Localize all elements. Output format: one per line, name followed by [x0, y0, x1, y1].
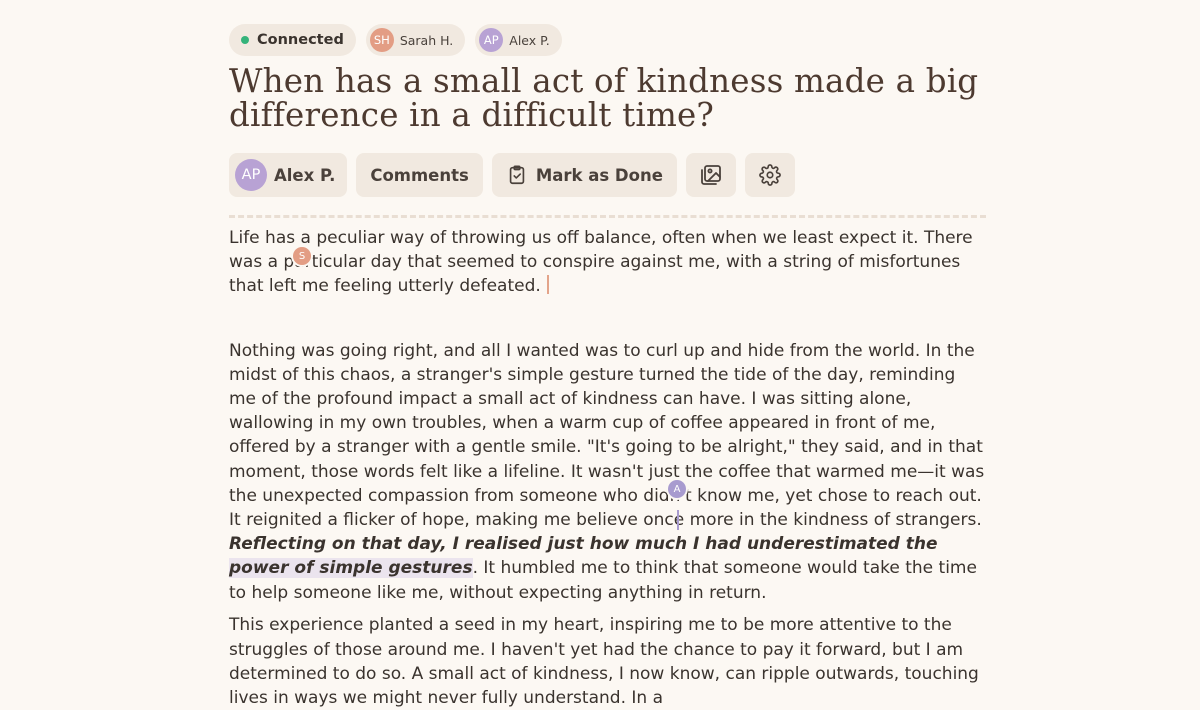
collaborator-caret-alex: [677, 510, 679, 530]
status-dot-icon: [241, 36, 249, 44]
page-title: When has a small act of kindness made a …: [229, 62, 979, 134]
mark-as-done-button[interactable]: Mark as Done: [491, 153, 677, 197]
collaborator-cursor-sarah: S: [293, 247, 311, 265]
collaborator-cursor-alex: A: [668, 480, 686, 498]
paragraph-text: This experience planted a seed in my hea…: [229, 615, 979, 709]
comments-label: Comments: [370, 165, 469, 185]
avatar: SH: [369, 28, 394, 52]
collaborator-sarah[interactable]: SH Sarah H.: [365, 24, 466, 56]
highlighted-selection: power of simple gestures: [229, 558, 473, 579]
presence-bar: Connected SH Sarah H. AP Alex P.: [229, 24, 562, 56]
gear-icon: [759, 164, 781, 186]
paragraph-text: Nothing was going right, and all I wante…: [229, 340, 985, 531]
paragraph: This experience planted a seed in my hea…: [229, 613, 985, 710]
images-icon: [699, 163, 723, 187]
assignee-name: Alex P.: [274, 165, 336, 185]
paragraph: Life has a peculiar way of throwing us o…: [229, 226, 985, 299]
mark-as-done-label: Mark as Done: [535, 165, 663, 185]
gallery-button[interactable]: [685, 153, 736, 197]
assignee-button[interactable]: AP Alex P.: [229, 153, 348, 197]
clipboard-check-icon: [506, 164, 528, 186]
comments-button[interactable]: Comments: [356, 153, 483, 197]
collaborator-name: Sarah H.: [399, 32, 454, 48]
paragraph-text: Life has a peculiar way of throwing us o…: [229, 228, 973, 297]
collaborator-name: Alex P.: [509, 32, 550, 48]
connection-status-badge: Connected: [229, 24, 356, 56]
text-caret: [546, 275, 549, 295]
avatar: AP: [479, 28, 504, 52]
collaborator-alex[interactable]: AP Alex P.: [475, 24, 562, 56]
section-divider: [229, 215, 986, 218]
bold-italic-text: Reflecting on that day, I realised just …: [229, 534, 938, 555]
toolbar: AP Alex P. Comments Mark as Done: [229, 153, 795, 197]
paragraph: Nothing was going right, and all I wante…: [229, 339, 985, 605]
connection-status-label: Connected: [257, 32, 344, 48]
avatar: AP: [235, 159, 267, 191]
settings-button[interactable]: [744, 153, 795, 197]
editor-content[interactable]: Life has a peculiar way of throwing us o…: [229, 226, 985, 710]
